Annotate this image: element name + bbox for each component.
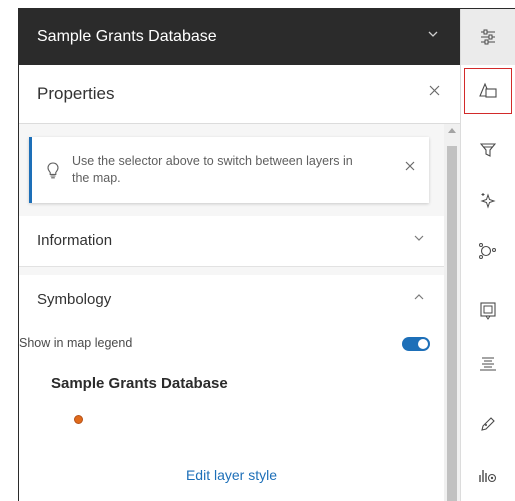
chevron-down-icon[interactable] [428,30,438,38]
show-in-legend-toggle[interactable] [402,337,430,351]
close-icon[interactable] [405,161,415,171]
scrollbar-thumb[interactable] [447,146,457,501]
information-title: Information [37,232,113,249]
scrollbar[interactable] [444,124,460,501]
notice-text: Use the selector above to switch between… [72,154,353,185]
legend-toggle-label: Show in map legend [19,336,133,350]
properties-toggle-icon[interactable] [461,9,515,65]
layer-selector-notice: Use the selector above to switch between… [29,137,429,203]
lightbulb-icon [47,162,59,179]
chevron-up-icon[interactable] [414,293,424,301]
effects-icon[interactable] [461,181,515,221]
chevron-down-icon[interactable] [414,234,424,242]
labels-icon[interactable] [461,344,515,384]
information-section[interactable]: Information [19,216,444,267]
fields-icon[interactable] [461,455,515,495]
settings-rail [460,9,515,501]
properties-title: Properties [37,84,115,103]
properties-header: Properties [19,65,460,124]
properties-panel: Sample Grants Database Properties Use th… [19,9,460,501]
legend-layer-name: Sample Grants Database [51,375,228,392]
sketch-icon[interactable] [461,404,515,444]
pop-ups-icon[interactable] [461,291,515,331]
point-symbol [74,415,83,424]
styles-icon[interactable] [464,68,512,114]
symbology-title: Symbology [37,291,112,308]
close-icon[interactable] [429,85,440,96]
legend-toggle-row: Show in map legend [19,333,444,355]
scroll-up-arrow[interactable] [448,128,456,133]
edit-layer-style-link[interactable]: Edit layer style [19,467,444,483]
toggle-knob [418,339,428,349]
symbology-section: Symbology Show in map legend Sample Gran… [19,275,444,501]
layer-selector-title: Sample Grants Database [37,28,217,45]
filter-icon[interactable] [461,130,515,170]
clustering-icon[interactable] [461,231,515,271]
properties-scroll-area: Use the selector above to switch between… [19,124,460,501]
layer-selector[interactable]: Sample Grants Database [19,9,460,65]
